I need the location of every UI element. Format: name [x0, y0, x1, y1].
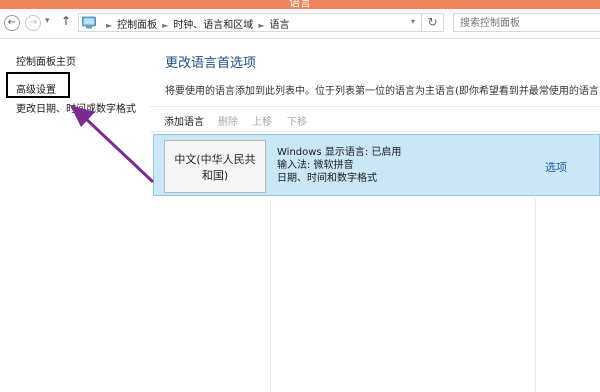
search-box[interactable]: [453, 13, 600, 32]
main-panel: 更改语言首选项 将要使用的语言添加到此列表中。位于列表第一位的语言为主语言(即你…: [150, 38, 600, 392]
address-dropdown-icon[interactable]: ▾: [411, 17, 415, 26]
sidebar-item-control-panel-home[interactable]: 控制面板主页: [16, 53, 76, 68]
page-title: 更改语言首选项: [165, 56, 257, 71]
control-panel-icon: [82, 16, 96, 29]
language-toolbar: 添加语言 删除 上移 下移: [150, 106, 600, 132]
language-name-line: 中文(中华人民共: [174, 153, 256, 166]
formats-label: 日期、时间和数字格式: [277, 173, 377, 184]
navigation-bar: ← → ▾ ↑ ► 控制面板 ► 时钟、语言和区域 ► 语言 ▾ ↻: [0, 9, 600, 39]
highlight-box: [6, 72, 70, 98]
refresh-icon[interactable]: ↻: [422, 13, 444, 32]
search-input[interactable]: [458, 15, 592, 32]
move-up-button[interactable]: 上移: [252, 113, 272, 128]
window-title: 语言: [289, 0, 311, 9]
display-language-status: Windows 显示语言: 已启用: [277, 147, 402, 158]
input-method-label: 输入法: 微软拼音: [277, 160, 354, 171]
add-language-button[interactable]: 添加语言: [164, 113, 204, 128]
column-divider: [270, 198, 271, 392]
breadcrumb-item[interactable]: 时钟、语言和区域: [173, 20, 253, 31]
breadcrumb-item[interactable]: 控制面板: [117, 20, 157, 31]
breadcrumb-item[interactable]: 语言: [269, 20, 289, 31]
column-divider: [535, 198, 536, 392]
list-item[interactable]: 中文(中华人民共 和国) Windows 显示语言: 已启用 输入法: 微软拼音…: [153, 134, 600, 196]
language-name-button[interactable]: 中文(中华人民共 和国): [164, 140, 266, 193]
title-bar: 语言: [0, 0, 600, 9]
arrow-left-icon[interactable]: ←: [4, 15, 20, 31]
remove-button[interactable]: 删除: [218, 113, 238, 128]
arrow-right-icon[interactable]: →: [25, 15, 41, 31]
address-bar[interactable]: ► 控制面板 ► 时钟、语言和区域 ► 语言 ▾: [78, 13, 422, 32]
arrow-up-icon[interactable]: ↑: [61, 14, 71, 28]
page-description: 将要使用的语言添加到此列表中。位于列表第一位的语言为主语言(即你希望看到并最常使…: [165, 86, 600, 97]
move-down-button[interactable]: 下移: [287, 113, 307, 128]
language-name-line: 和国): [201, 169, 229, 182]
options-link[interactable]: 选项: [545, 159, 567, 175]
chevron-down-icon[interactable]: ▾: [45, 16, 50, 26]
breadcrumb: ► 控制面板 ► 时钟、语言和区域 ► 语言: [106, 20, 290, 31]
language-info: Windows 显示语言: 已启用 输入法: 微软拼音 日期、时间和数字格式: [277, 146, 401, 185]
sidebar-item-change-date-time-format[interactable]: 更改日期、时间或数字格式: [16, 100, 136, 115]
